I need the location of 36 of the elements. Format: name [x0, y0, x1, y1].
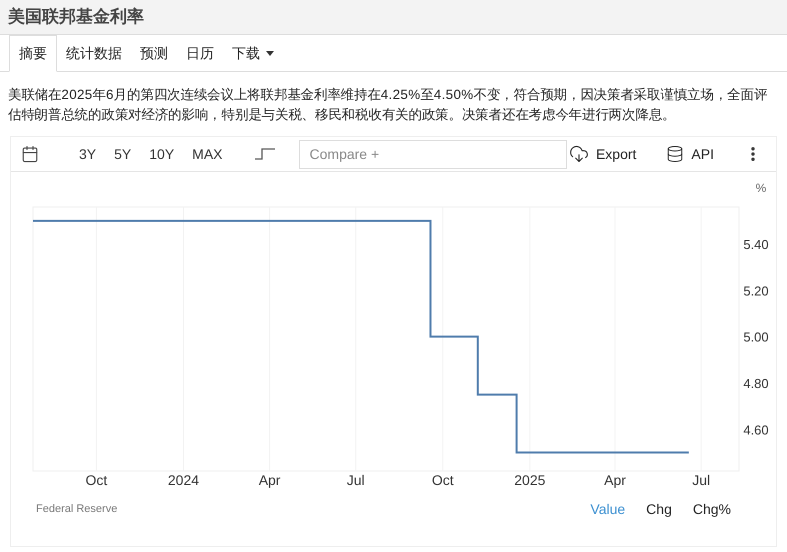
mode-toggle[interactable]: Chg%	[692, 499, 731, 520]
x-axis-label: Apr	[258, 472, 280, 488]
unit-label: %	[756, 181, 766, 195]
source-label: Federal Reserve	[36, 502, 118, 518]
y-axis-label: 5.00	[743, 330, 769, 345]
caret-icon	[266, 50, 274, 56]
range-button[interactable]: 5Y	[114, 144, 132, 164]
y-axis-label: 4.80	[743, 376, 769, 391]
summary-paragraph: 美联储在2025年6月的第四次连续会议上将联邦基金利率维持在4.25%至4.50%不变，符合预期，因决策者采取谨慎立场，全面评估特朗普总统的政策对经济的影响，特别是与关税、移民和税收有关的政策。决策者还在考虑今年进行两次降息。	[7, 86, 768, 124]
tab[interactable]: 预测	[131, 35, 177, 71]
x-axis-label: Oct	[86, 472, 108, 488]
range-button[interactable]: 10Y	[149, 144, 174, 164]
range-button[interactable]: MAX	[192, 144, 223, 164]
x-axis-label: Jul	[692, 472, 710, 488]
calendar-icon[interactable]	[21, 145, 39, 163]
tab[interactable]: 摘要	[9, 35, 57, 72]
tab[interactable]: 统计数据	[57, 35, 131, 71]
y-axis-label: 5.40	[743, 237, 769, 252]
x-axis-label: 2025	[514, 472, 546, 488]
x-axis-label: Oct	[432, 472, 454, 488]
page-title: 美国联邦基金利率	[8, 6, 144, 28]
mode-toggle[interactable]: Chg	[646, 499, 672, 520]
x-axis-label: Apr	[604, 472, 626, 488]
range-button[interactable]: 3Y	[79, 144, 96, 164]
y-axis-label: 4.60	[743, 422, 769, 438]
cloud-download-icon	[568, 144, 589, 164]
x-axis-label: 2024	[168, 472, 200, 488]
x-axis-label: Jul	[346, 472, 365, 488]
database-icon	[666, 145, 684, 163]
step-chart-icon[interactable]	[254, 148, 275, 160]
tab[interactable]: 下载	[223, 35, 283, 71]
compare-field[interactable]: Compare +	[298, 140, 567, 168]
export-button[interactable]: Export	[568, 144, 636, 164]
y-axis-label: 5.20	[743, 283, 769, 298]
tab[interactable]: 日历	[177, 35, 223, 71]
api-button[interactable]: API	[666, 144, 714, 164]
